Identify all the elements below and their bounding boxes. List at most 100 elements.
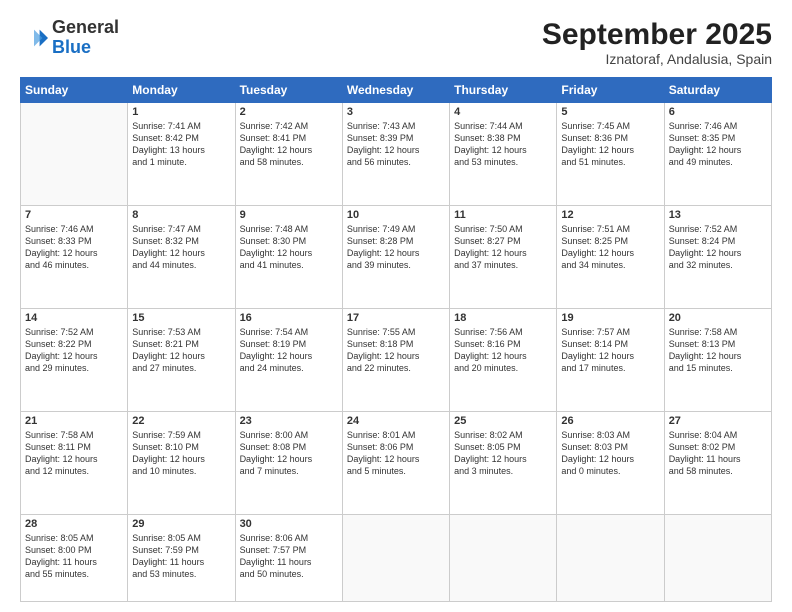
day-number: 28 [25, 518, 123, 530]
day-info: Sunrise: 7:57 AM Sunset: 8:14 PM Dayligh… [561, 326, 659, 375]
logo-text: General Blue [52, 18, 119, 58]
month-title: September 2025 [542, 18, 772, 51]
day-number: 6 [669, 106, 767, 118]
day-number: 19 [561, 312, 659, 324]
calendar-cell [557, 514, 664, 601]
calendar-cell: 6Sunrise: 7:46 AM Sunset: 8:35 PM Daylig… [664, 103, 771, 206]
calendar-cell: 27Sunrise: 8:04 AM Sunset: 8:02 PM Dayli… [664, 411, 771, 514]
day-info: Sunrise: 8:06 AM Sunset: 7:57 PM Dayligh… [240, 532, 338, 581]
calendar-cell: 23 Sunrise: 8:00 AM Sunset: 8:08 PM Dayli… [235, 411, 342, 514]
day-info: Sunrise: 7:58 AM Sunset: 8:13 PM Dayligh… [669, 326, 767, 375]
day-number: 15 [132, 312, 230, 324]
calendar-header-wednesday: Wednesday [342, 78, 449, 103]
logo-blue: Blue [52, 37, 91, 57]
calendar-cell: 30 Sunrise: 8:06 AM Sunset: 7:57 PM Dayli… [235, 514, 342, 601]
day-number: 5 [561, 106, 659, 118]
calendar-cell: 7 Sunrise: 7:46 AM Sunset: 8:33 PM Daylig… [21, 205, 128, 308]
day-number: 9 [240, 209, 338, 221]
day-number: 29 [132, 518, 230, 530]
calendar-cell: 13 Sunrise: 7:52 AM Sunset: 8:24 PM Dayli… [664, 205, 771, 308]
calendar-cell: 20 Sunrise: 7:58 AM Sunset: 8:13 PM Dayli… [664, 308, 771, 411]
calendar: SundayMondayTuesdayWednesdayThursdayFrid… [20, 77, 772, 602]
calendar-cell: 4 Sunrise: 7:44 AM Sunset: 8:38 PM Daylig… [450, 103, 557, 206]
day-info: Sunrise: 7:54 AM Sunset: 8:19 PM Dayligh… [240, 326, 338, 375]
calendar-header-sunday: Sunday [21, 78, 128, 103]
day-info: Sunrise: 8:05 AM Sunset: 8:00 PM Dayligh… [25, 532, 123, 581]
calendar-cell: 11 Sunrise: 7:50 AM Sunset: 8:27 PM Dayli… [450, 205, 557, 308]
day-info: Sunrise: 8:02 AM Sunset: 8:05 PM Dayligh… [454, 429, 552, 478]
calendar-cell: 19 Sunrise: 7:57 AM Sunset: 8:14 PM Dayli… [557, 308, 664, 411]
day-number: 8 [132, 209, 230, 221]
calendar-cell: 16Sunrise: 7:54 AM Sunset: 8:19 PM Dayli… [235, 308, 342, 411]
day-info: Sunrise: 7:55 AM Sunset: 8:18 PM Dayligh… [347, 326, 445, 375]
day-number: 12 [561, 209, 659, 221]
calendar-week-3: 14Sunrise: 7:52 AM Sunset: 8:22 PM Dayli… [21, 308, 772, 411]
day-number: 17 [347, 312, 445, 324]
calendar-cell: 17 Sunrise: 7:55 AM Sunset: 8:18 PM Dayli… [342, 308, 449, 411]
day-number: 18 [454, 312, 552, 324]
calendar-cell: 12 Sunrise: 7:51 AM Sunset: 8:25 PM Dayli… [557, 205, 664, 308]
logo-general: General [52, 17, 119, 37]
calendar-cell: 14Sunrise: 7:52 AM Sunset: 8:22 PM Dayli… [21, 308, 128, 411]
calendar-header-tuesday: Tuesday [235, 78, 342, 103]
day-info: Sunrise: 7:51 AM Sunset: 8:25 PM Dayligh… [561, 223, 659, 272]
calendar-cell [664, 514, 771, 601]
calendar-cell [342, 514, 449, 601]
location: Iznatoraf, Andalusia, Spain [542, 51, 772, 67]
day-info: Sunrise: 7:53 AM Sunset: 8:21 PM Dayligh… [132, 326, 230, 375]
calendar-header-thursday: Thursday [450, 78, 557, 103]
calendar-cell [21, 103, 128, 206]
day-number: 1 [132, 106, 230, 118]
calendar-header-saturday: Saturday [664, 78, 771, 103]
calendar-cell: 25 Sunrise: 8:02 AM Sunset: 8:05 PM Dayli… [450, 411, 557, 514]
calendar-week-2: 7 Sunrise: 7:46 AM Sunset: 8:33 PM Daylig… [21, 205, 772, 308]
day-number: 26 [561, 415, 659, 427]
day-number: 4 [454, 106, 552, 118]
calendar-cell: 26Sunrise: 8:03 AM Sunset: 8:03 PM Dayli… [557, 411, 664, 514]
title-block: September 2025 Iznatoraf, Andalusia, Spa… [542, 18, 772, 67]
calendar-cell: 18 Sunrise: 7:56 AM Sunset: 8:16 PM Dayli… [450, 308, 557, 411]
day-number: 27 [669, 415, 767, 427]
day-info: Sunrise: 7:48 AM Sunset: 8:30 PM Dayligh… [240, 223, 338, 272]
day-info: Sunrise: 7:44 AM Sunset: 8:38 PM Dayligh… [454, 120, 552, 169]
calendar-header-monday: Monday [128, 78, 235, 103]
calendar-cell: 29 Sunrise: 8:05 AM Sunset: 7:59 PM Dayli… [128, 514, 235, 601]
page: General Blue September 2025 Iznatoraf, A… [0, 0, 792, 612]
day-number: 23 [240, 415, 338, 427]
day-number: 11 [454, 209, 552, 221]
calendar-cell: 28 Sunrise: 8:05 AM Sunset: 8:00 PM Dayli… [21, 514, 128, 601]
day-info: Sunrise: 7:56 AM Sunset: 8:16 PM Dayligh… [454, 326, 552, 375]
day-info: Sunrise: 7:43 AM Sunset: 8:39 PM Dayligh… [347, 120, 445, 169]
day-info: Sunrise: 7:52 AM Sunset: 8:24 PM Dayligh… [669, 223, 767, 272]
day-number: 10 [347, 209, 445, 221]
day-info: Sunrise: 7:49 AM Sunset: 8:28 PM Dayligh… [347, 223, 445, 272]
calendar-cell: 15 Sunrise: 7:53 AM Sunset: 8:21 PM Dayli… [128, 308, 235, 411]
day-info: Sunrise: 8:05 AM Sunset: 7:59 PM Dayligh… [132, 532, 230, 581]
day-number: 25 [454, 415, 552, 427]
calendar-cell: 2 Sunrise: 7:42 AM Sunset: 8:41 PM Daylig… [235, 103, 342, 206]
day-info: Sunrise: 7:52 AM Sunset: 8:22 PM Dayligh… [25, 326, 123, 375]
calendar-header-row: SundayMondayTuesdayWednesdayThursdayFrid… [21, 78, 772, 103]
day-number: 2 [240, 106, 338, 118]
day-number: 13 [669, 209, 767, 221]
day-info: Sunrise: 8:01 AM Sunset: 8:06 PM Dayligh… [347, 429, 445, 478]
day-info: Sunrise: 8:00 AM Sunset: 8:08 PM Dayligh… [240, 429, 338, 478]
calendar-cell: 5Sunrise: 7:45 AM Sunset: 8:36 PM Daylig… [557, 103, 664, 206]
calendar-cell: 22Sunrise: 7:59 AM Sunset: 8:10 PM Dayli… [128, 411, 235, 514]
calendar-cell [450, 514, 557, 601]
calendar-cell: 9 Sunrise: 7:48 AM Sunset: 8:30 PM Daylig… [235, 205, 342, 308]
day-number: 21 [25, 415, 123, 427]
day-info: Sunrise: 7:50 AM Sunset: 8:27 PM Dayligh… [454, 223, 552, 272]
day-info: Sunrise: 7:46 AM Sunset: 8:33 PM Dayligh… [25, 223, 123, 272]
day-number: 22 [132, 415, 230, 427]
day-number: 7 [25, 209, 123, 221]
calendar-cell: 21 Sunrise: 7:58 AM Sunset: 8:11 PM Dayli… [21, 411, 128, 514]
calendar-cell: 24 Sunrise: 8:01 AM Sunset: 8:06 PM Dayli… [342, 411, 449, 514]
logo: General Blue [20, 18, 119, 58]
day-info: Sunrise: 7:58 AM Sunset: 8:11 PM Dayligh… [25, 429, 123, 478]
calendar-week-1: 1Sunrise: 7:41 AM Sunset: 8:42 PM Daylig… [21, 103, 772, 206]
day-number: 24 [347, 415, 445, 427]
day-info: Sunrise: 7:42 AM Sunset: 8:41 PM Dayligh… [240, 120, 338, 169]
day-number: 30 [240, 518, 338, 530]
day-number: 20 [669, 312, 767, 324]
